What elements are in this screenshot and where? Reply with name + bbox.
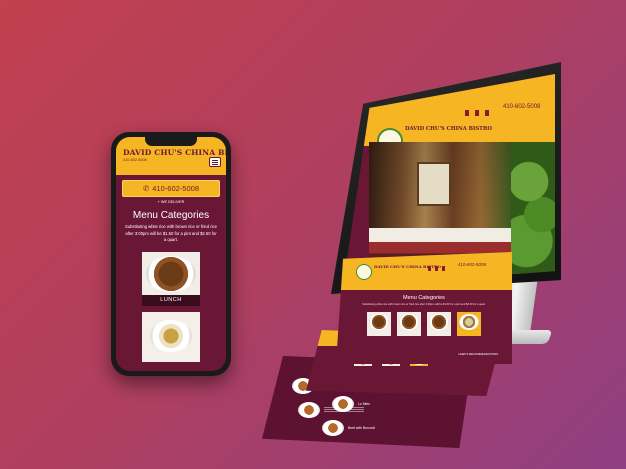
deliver-label: WE DELIVER bbox=[160, 200, 185, 204]
dish-image bbox=[298, 402, 320, 418]
desktop-header bbox=[343, 74, 555, 146]
plant bbox=[511, 142, 555, 274]
food-image bbox=[146, 255, 196, 292]
phone-icon: ✆ bbox=[142, 184, 150, 193]
food-image bbox=[399, 314, 419, 330]
thumb-row bbox=[336, 312, 512, 336]
brand-title[interactable]: DAVID CHU'S CHINA BISTRO bbox=[123, 148, 226, 157]
sheet-menu-heading: Menu Categories bbox=[403, 295, 445, 301]
menu-categories-heading: Menu Categories bbox=[132, 210, 210, 221]
food-image bbox=[429, 314, 449, 330]
menu-item[interactable]: Beef with Broccoli bbox=[322, 420, 375, 436]
hamburger-menu-icon[interactable] bbox=[209, 157, 221, 167]
category-thumb-recommendations[interactable] bbox=[457, 312, 481, 336]
food-image bbox=[369, 314, 389, 330]
nav-item[interactable] bbox=[465, 110, 469, 116]
nav-item[interactable] bbox=[485, 110, 489, 116]
desktop-nav bbox=[465, 110, 489, 116]
call-button[interactable]: ✆ 410-602-5008 bbox=[122, 180, 220, 197]
category-card-soup[interactable] bbox=[142, 311, 200, 362]
logo-icon[interactable] bbox=[356, 264, 372, 280]
category-card-lunch[interactable]: LUNCH bbox=[142, 251, 200, 306]
rice-note: Substituting white rice with brown rice … bbox=[125, 224, 217, 242]
phone-screen: DAVID CHU'S CHINA BISTRO 410-602-5008 ✆ … bbox=[116, 137, 226, 371]
dish-image bbox=[322, 420, 344, 436]
menu-item[interactable]: Lo Mein bbox=[332, 396, 370, 412]
deliver-text: + WE DELIVER bbox=[157, 200, 185, 204]
food-image bbox=[459, 314, 479, 330]
nav-item[interactable] bbox=[442, 266, 445, 271]
sheet-nav bbox=[428, 266, 445, 271]
menu-item-name: Beef with Broccoli bbox=[348, 426, 375, 430]
category-thumb[interactable] bbox=[367, 312, 391, 336]
phone-notch bbox=[145, 137, 197, 146]
sheet-note: Substituting white rice with brown rice … bbox=[362, 303, 486, 306]
brand-subtitle: 410-602-5008 bbox=[123, 158, 147, 162]
category-thumb[interactable] bbox=[397, 312, 421, 336]
call-button-label: 410-602-5008 bbox=[152, 184, 199, 193]
category-label: LUNCH bbox=[142, 294, 200, 306]
menu-categories-sheet: DAVID CHU'S CHINA BISTRO 410-602-5008 Me… bbox=[336, 252, 512, 364]
nav-item[interactable] bbox=[475, 110, 479, 116]
thumb-label: CHEF'S RECOMMENDATIONS bbox=[458, 352, 498, 356]
dish-image bbox=[332, 396, 354, 412]
phone-mockup: DAVID CHU'S CHINA BISTRO 410-602-5008 ✆ … bbox=[111, 132, 231, 376]
nav-item[interactable] bbox=[428, 266, 431, 271]
desktop-phone[interactable]: 410-602-5008 bbox=[503, 104, 540, 110]
category-thumb[interactable] bbox=[427, 312, 451, 336]
wall-art bbox=[417, 162, 451, 206]
menu-item-name: Lo Mein bbox=[358, 402, 371, 406]
nav-item[interactable] bbox=[435, 266, 438, 271]
desktop-brand-title[interactable]: DAVID CHU'S CHINA BISTRO bbox=[405, 126, 492, 132]
food-image bbox=[150, 319, 192, 352]
sheet-phone[interactable]: 410-602-5008 bbox=[458, 262, 486, 267]
